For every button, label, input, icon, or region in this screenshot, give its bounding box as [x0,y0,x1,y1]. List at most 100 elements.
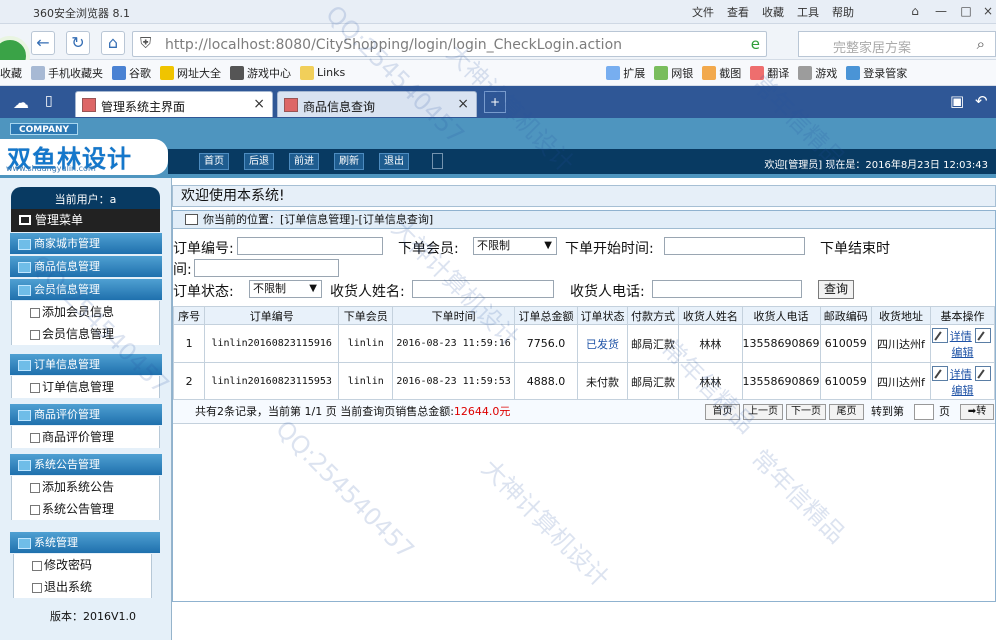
table-row: 2 linlin20160823115953 linlin 2016-08-23… [172,362,995,401]
sidebar-item-system-management[interactable]: 系统管理 [10,532,160,553]
sidebar-item-add-notice[interactable]: 添加系统公告 [11,476,160,498]
menu-view[interactable]: 查看 [727,4,749,20]
tab-close-icon[interactable]: × [253,96,265,112]
column-receiver-name: 收货人姓名 [678,306,743,325]
sidebar-item-product-management[interactable]: 商品信息管理 [10,256,162,277]
order-status-select[interactable]: 不限制 ▼ [249,280,322,298]
refresh-icon[interactable]: ↻ [66,31,90,55]
home-icon[interactable]: ⌂ [101,31,125,55]
back-button[interactable]: 后退 [244,153,274,170]
bookmark-extensions[interactable]: 扩展 [606,65,645,81]
company-label: COMPANY [10,123,78,135]
new-tab-icon[interactable]: + [484,91,506,113]
logout-button[interactable]: 退出 [379,153,409,170]
edit-icon[interactable] [975,327,992,343]
sidebar-item-city-management[interactable]: 商家城市管理 [10,233,162,254]
management-menu-title: 管理菜单 [11,209,160,232]
bookmark-url-directory[interactable]: 网址大全 [160,65,221,81]
member-select[interactable]: 不限制 ▼ [473,237,557,255]
receiver-name-input[interactable] [412,280,554,298]
column-order-time: 下单时间 [392,306,515,325]
cloud-icon[interactable]: ☁ [13,93,29,112]
header-separator [432,153,443,169]
pagination: 共有2条记录，当前第 1/1 页 当前查询页销售总金额:12644.0元 首页 … [173,399,995,424]
chevron-down-icon: ▼ [309,283,317,294]
sidebar-item-change-password[interactable]: 修改密码 [13,554,152,576]
bookmark-game-center[interactable]: 游戏中心 [230,65,291,81]
maximize-icon[interactable]: □ [955,2,977,20]
tab-close-icon[interactable]: × [457,96,469,112]
bookmark-screenshot[interactable]: 截图 [702,65,741,81]
tab-menu-icon[interactable]: ▣ [950,92,964,110]
minimize-icon[interactable]: — [930,2,952,20]
refresh-button[interactable]: 刷新 [334,153,364,170]
edit-link[interactable]: 编辑 [952,384,974,397]
edit-icon[interactable] [931,365,948,381]
start-time-input[interactable] [664,237,805,255]
edit-link[interactable]: 编辑 [952,346,974,359]
detail-link[interactable]: 详情 [950,330,972,343]
receiver-phone-input[interactable] [652,280,802,298]
column-order-number: 订单编号 [204,306,340,325]
bookmark-translate[interactable]: 翻译 [750,65,789,81]
end-time-input[interactable] [194,259,339,277]
bookmarks-bar: 收藏 手机收藏夹 谷歌 网址大全 游戏中心 Links 扩展 网银 截图 翻译 … [0,60,996,86]
sidebar-item-member-info[interactable]: 会员信息管理 [11,323,160,345]
order-number-input[interactable] [237,237,383,255]
sidebar-item-add-member[interactable]: 添加会员信息 [11,301,160,323]
browser-menu: 文件 查看 收藏 工具 帮助 [692,4,854,20]
menu-favorites[interactable]: 收藏 [762,4,784,20]
bookmark-links[interactable]: Links [300,65,345,80]
pin-icon[interactable]: ⌂ [904,2,926,20]
tab-management-home[interactable]: 管理系统主界面 × [75,91,273,117]
page-icon [284,98,298,112]
sidebar-item-notice-info[interactable]: 系统公告管理 [11,498,160,520]
edit-icon[interactable] [931,327,948,343]
jump-button[interactable]: ➡转 [960,404,994,420]
sidebar-item-member-management[interactable]: 会员信息管理 [10,279,162,300]
page-number-input[interactable] [914,404,934,420]
home-button[interactable]: 首页 [199,153,229,170]
brand-site: www.shuangyulin.com [6,164,96,173]
sidebar-item-order-management[interactable]: 订单信息管理 [10,354,162,375]
sidebar-item-exit-system[interactable]: 退出系统 [13,576,152,598]
search-box[interactable]: 完整家居方案 ⌕ [798,31,996,57]
compatibility-icon[interactable]: e [751,35,760,53]
order-number-label: 订单编号: [173,241,234,257]
table-row: 1 linlin20160823115916 linlin 2016-08-23… [172,324,995,363]
sidebar-item-review-info[interactable]: 商品评价管理 [11,426,160,448]
sidebar-item-order-info[interactable]: 订单信息管理 [11,376,160,398]
close-icon[interactable]: × [977,2,996,20]
menu-tools[interactable]: 工具 [797,4,819,20]
bookmark-games[interactable]: 游戏 [798,65,837,81]
restore-tab-icon[interactable]: ↶ [975,92,988,110]
breadcrumb: 你当前的位置：[订单信息管理]-[订单信息查询] [173,211,995,229]
column-postcode: 邮政编码 [819,306,872,325]
next-page-button[interactable]: 下一页 [786,404,826,420]
previous-page-button[interactable]: 上一页 [743,404,783,420]
shield-icon: ⛨ [140,34,152,52]
tablet-icon[interactable]: ▯ [45,93,53,109]
detail-link[interactable]: 详情 [950,368,972,381]
chevron-down-icon: ▼ [544,240,552,251]
edit-icon[interactable] [975,365,992,381]
forward-button[interactable]: 前进 [289,153,319,170]
address-bar[interactable]: ⛨ http://localhost:8080/CityShopping/log… [132,31,767,57]
last-page-button[interactable]: 尾页 [829,404,864,420]
bookmark-login-manager[interactable]: 登录管家 [846,65,907,81]
query-button[interactable]: 查询 [818,280,854,299]
back-icon[interactable]: ← [31,31,55,55]
bookmark-mobile[interactable]: 手机收藏夹 [31,65,103,81]
search-icon[interactable]: ⌕ [977,35,985,53]
tab-product-query[interactable]: 商品信息查询 × [277,91,477,117]
column-payment: 付款方式 [626,306,680,325]
bookmark-bank[interactable]: 网银 [654,65,693,81]
sidebar-item-notice-management[interactable]: 系统公告管理 [10,454,162,475]
menu-file[interactable]: 文件 [692,4,714,20]
sidebar-item-review-management[interactable]: 商品评价管理 [10,404,162,425]
bookmark-favorites[interactable]: 收藏 [0,65,22,81]
first-page-button[interactable]: 首页 [705,404,740,420]
menu-help[interactable]: 帮助 [832,4,854,20]
end-time-label-tail: 间: [173,262,192,278]
bookmark-google[interactable]: 谷歌 [112,65,151,81]
